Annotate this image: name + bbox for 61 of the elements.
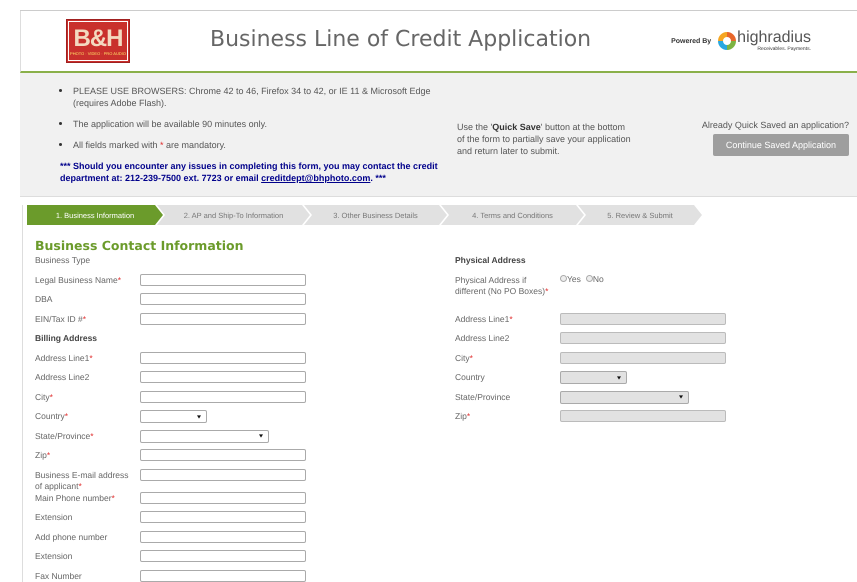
resume-prompt: Already Quick Saved an application?: [702, 120, 849, 130]
field-label: Country: [455, 371, 486, 383]
field-label: Address Line2: [35, 371, 90, 383]
field-label: City*: [455, 352, 474, 364]
field-label: Extension: [35, 550, 74, 562]
field-label: Legal Business Name*: [35, 274, 122, 286]
text-field[interactable]: [140, 293, 306, 305]
dropdown-field[interactable]: [140, 410, 207, 423]
bullet-icon: [59, 89, 62, 92]
text-field[interactable]: [140, 312, 306, 324]
caret-icon: [197, 414, 201, 418]
continue-saved-button[interactable]: Continue Saved Application: [712, 134, 849, 156]
field-label: Business Type: [35, 254, 92, 266]
text-field[interactable]: [140, 492, 306, 504]
field-label: Main Phone number*: [35, 492, 116, 504]
partner-logo-icon: [717, 31, 738, 51]
field-label: State/Province*: [35, 430, 95, 442]
field-label: City*: [35, 390, 54, 402]
radio-option[interactable]: Yes: [560, 274, 581, 284]
page-title: Business Line of Credit Application: [208, 26, 592, 52]
field-label: Business E-mail address of applicant*: [35, 468, 130, 492]
field-label: Fax Number: [35, 570, 83, 582]
bullet-icon: [59, 122, 62, 125]
field-label: Physical Address if different (No PO Boxes)*: [455, 274, 550, 296]
field-label: Zip*: [35, 449, 52, 461]
caret-icon: [259, 434, 263, 438]
field-label: Zip*: [455, 410, 472, 422]
text-field[interactable]: [140, 570, 306, 582]
email-link[interactable]: creditdept@bhphoto.com: [261, 173, 370, 183]
notice-text: PLEASE USE BROWSERS: Chrome 42 to 46, Firefox 34 to 42, or IE 11 & Microsoft Edge (requires Adobe Flash).: [73, 85, 432, 109]
field-label: Country*: [35, 410, 70, 422]
text-field[interactable]: [140, 468, 306, 480]
subsection-heading: Billing Address: [35, 332, 98, 343]
field-label: Add phone number: [35, 530, 108, 542]
field-label: Address Line2: [455, 332, 510, 344]
caret-icon: [679, 395, 683, 399]
text-field[interactable]: [140, 274, 306, 286]
contact-notice: *** Should you encounter any issues in completing this form, you may contact the credit department at: 212-239-7500 ext. 7723 or email creditdept@bhphoto.com. ***: [60, 160, 439, 184]
field-label: EIN/Tax ID #*: [35, 312, 88, 324]
text-field[interactable]: [140, 511, 306, 523]
caret-icon: [617, 376, 621, 380]
field-label: Address Line1*: [35, 352, 94, 364]
bullet-icon: [59, 143, 62, 146]
subsection-heading: Physical Address: [455, 254, 526, 265]
section-title: Business Contact Information: [35, 238, 245, 253]
field-label: Address Line1*: [455, 312, 514, 324]
text-field[interactable]: [140, 530, 306, 542]
quick-save-hint: Use the 'Quick Save' button at the bottom of the form to partially save your application and return later to submit.: [457, 121, 632, 158]
dropdown-field[interactable]: [140, 430, 269, 442]
notice-text: The application will be available 90 minutes only.: [73, 118, 268, 130]
field-label: Extension: [35, 511, 74, 523]
text-field[interactable]: [140, 449, 306, 461]
text-field[interactable]: [140, 352, 306, 364]
field-label: State/Province: [455, 390, 512, 402]
radio-option[interactable]: No: [586, 274, 604, 284]
notice-text: All fields marked with * are mandatory.: [73, 139, 227, 151]
text-field[interactable]: [140, 390, 306, 402]
field-label: DBA: [35, 293, 54, 305]
partner-name: highradius: [737, 30, 811, 46]
text-field[interactable]: [140, 550, 306, 562]
text-field[interactable]: [140, 371, 306, 383]
